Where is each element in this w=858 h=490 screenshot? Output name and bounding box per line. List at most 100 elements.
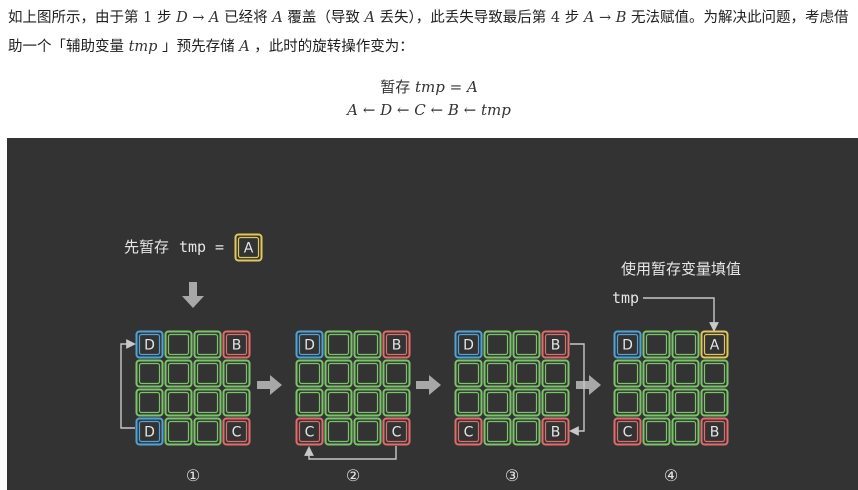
cell-letter: B xyxy=(551,425,561,441)
grid-cell-labeled: B xyxy=(222,330,251,359)
cell-inner xyxy=(674,391,697,414)
step-number-label: ① xyxy=(186,466,200,485)
grid-cell xyxy=(541,388,570,417)
cell-inner xyxy=(196,362,219,385)
grid-cell-labeled: B xyxy=(700,417,729,446)
grid-cell-labeled: D xyxy=(295,330,324,359)
formula-line-2: A ← D ← C ← B ← tmp xyxy=(0,101,858,119)
grid-cell xyxy=(164,359,193,388)
down-arrow xyxy=(182,282,204,308)
grid-cell-labeled: D xyxy=(613,330,642,359)
grid-cell-labeled: C xyxy=(454,417,483,446)
grid-cell xyxy=(193,388,222,417)
cell-inner xyxy=(356,333,379,356)
step-number: 4 xyxy=(550,10,561,26)
cell-letter: D xyxy=(622,338,633,354)
move-connector xyxy=(304,446,397,460)
tmp-connector xyxy=(643,297,719,332)
cell-letter: A xyxy=(244,241,254,257)
grid-cell-labeled: B xyxy=(541,330,570,359)
grid-cell-labeled: A xyxy=(234,233,263,262)
text-run: 」预先存储 xyxy=(157,39,240,55)
math-expression: D → A xyxy=(176,10,220,26)
grid-cell xyxy=(222,388,251,417)
grid-cell xyxy=(454,388,483,417)
grid-cell xyxy=(324,417,353,446)
cell-inner xyxy=(544,391,567,414)
grid-cell-labeled: C xyxy=(295,417,324,446)
cell-letter: A xyxy=(710,338,720,354)
cell-inner xyxy=(196,420,219,443)
step-arrow xyxy=(416,375,441,395)
grid-cell xyxy=(295,359,324,388)
cell-letter: D xyxy=(463,338,474,354)
step-arrow xyxy=(257,375,282,395)
grid-2: D B C C xyxy=(295,330,411,446)
cell-inner xyxy=(486,420,509,443)
math-variable: tmp xyxy=(128,39,158,55)
step-number-label: ② xyxy=(346,466,360,485)
rotation-figure: D B D C D B C C D B C B D A C B 先暂存 tmp = A 使用暂存变量填值 tmp ① ② ③ ④ xyxy=(7,138,858,490)
cell-inner xyxy=(544,362,567,385)
cell-inner xyxy=(225,391,248,414)
text-run: ，此时的旋转操作变为： xyxy=(249,39,414,55)
math-variable: A xyxy=(364,10,375,26)
grid-cell xyxy=(512,359,541,388)
math-variable: A xyxy=(272,10,283,26)
cell-inner xyxy=(196,391,219,414)
rotation-diagram: D B D C D B C C D B C B D A C B 先暂存 tmp = A 使用暂存变量填值 tmp ① ② ③ ④ xyxy=(120,233,741,485)
cell-letter: B xyxy=(710,425,720,441)
cell-inner xyxy=(356,362,379,385)
cell-inner xyxy=(138,362,161,385)
grid-cell xyxy=(642,388,671,417)
cell-inner xyxy=(167,362,190,385)
cell-inner xyxy=(356,391,379,414)
cell-inner xyxy=(674,420,697,443)
grid-cell-labeled: D xyxy=(454,330,483,359)
cell-inner xyxy=(225,362,248,385)
grid-3: D B C B xyxy=(454,330,570,446)
grid-cell xyxy=(512,330,541,359)
cell-inner xyxy=(138,391,161,414)
grid-cell xyxy=(642,359,671,388)
grid-cell xyxy=(193,359,222,388)
grid-cell xyxy=(700,388,729,417)
cell-inner xyxy=(703,391,726,414)
grid-cell xyxy=(642,417,671,446)
cell-inner xyxy=(457,391,480,414)
grid-cell xyxy=(135,359,164,388)
cell-inner xyxy=(385,362,408,385)
cell-inner xyxy=(645,333,668,356)
cell-letter: C xyxy=(305,425,315,441)
step-arrow xyxy=(576,375,601,395)
cell-inner xyxy=(674,333,697,356)
grid-cell xyxy=(193,330,222,359)
cell-letter: C xyxy=(464,425,474,441)
grid-cell xyxy=(700,359,729,388)
cell-inner xyxy=(645,391,668,414)
cell-inner xyxy=(298,362,321,385)
grid-cell-labeled: D xyxy=(135,417,164,446)
cell-letter: D xyxy=(144,338,155,354)
grid-cell-labeled: C xyxy=(382,417,411,446)
grid-cell xyxy=(483,388,512,417)
cell-inner xyxy=(515,420,538,443)
grid-cell-labeled: B xyxy=(382,330,411,359)
cell-inner xyxy=(327,391,350,414)
cell-inner xyxy=(486,333,509,356)
cell-inner xyxy=(356,420,379,443)
cell-inner xyxy=(457,362,480,385)
cell-inner xyxy=(616,391,639,414)
grid-cell xyxy=(483,359,512,388)
cell-letter: B xyxy=(232,338,242,354)
step-number-label: ④ xyxy=(664,466,678,485)
cell-inner xyxy=(674,362,697,385)
grid-cell xyxy=(353,359,382,388)
step1-eq: = xyxy=(215,238,224,256)
grid-cell xyxy=(512,388,541,417)
grid-cell xyxy=(353,388,382,417)
grid-cell xyxy=(613,359,642,388)
cell-inner xyxy=(515,391,538,414)
cell-inner xyxy=(703,362,726,385)
step-number: 1 xyxy=(143,10,153,26)
